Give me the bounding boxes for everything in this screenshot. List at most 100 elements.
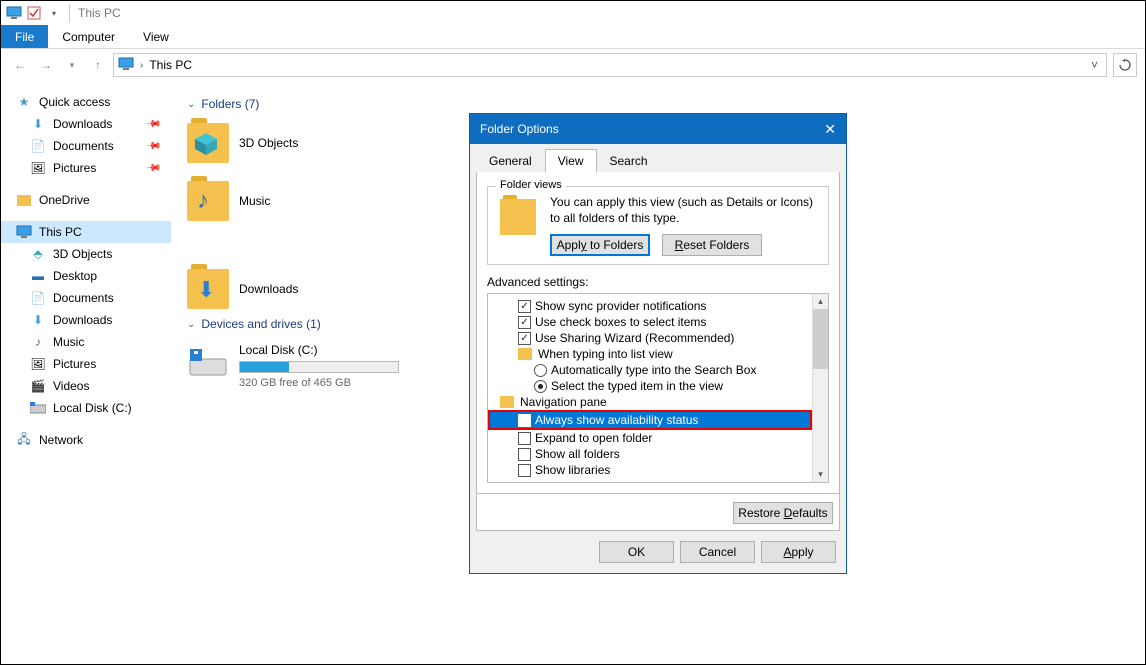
checkbox-icon[interactable] (518, 316, 531, 329)
pin-icon: 📌 (144, 138, 161, 155)
opt-auto-search[interactable]: Automatically type into the Search Box (490, 362, 810, 378)
advanced-settings-label: Advanced settings: (487, 275, 829, 289)
checkbox-icon[interactable] (518, 332, 531, 345)
nav-downloads-2[interactable]: ⬇Downloads (1, 309, 171, 331)
props-icon[interactable] (25, 5, 43, 21)
nav-network[interactable]: 🖧Network (1, 429, 171, 451)
nav-pane: ★Quick access ⬇Downloads📌 📄Documents📌 🖼P… (1, 81, 171, 664)
nav-3d-objects[interactable]: ⬘3D Objects (1, 243, 171, 265)
disk-free-text: 320 GB free of 465 GB (239, 377, 399, 389)
folder-icon (187, 123, 229, 163)
address-bar[interactable]: › This PC ˅ (113, 53, 1107, 77)
disk-icon (187, 343, 229, 383)
titlebar: ▾ This PC (1, 1, 1145, 25)
tab-general[interactable]: General (476, 149, 545, 173)
opt-select-typed[interactable]: Select the typed item in the view (490, 378, 810, 394)
opt-sync-notifications[interactable]: Show sync provider notifications (490, 298, 810, 314)
back-button[interactable]: ← (9, 54, 31, 76)
checkbox-icon[interactable] (518, 300, 531, 313)
ribbon-tabs: File Computer View (1, 25, 1145, 49)
nav-videos[interactable]: 🎬Videos (1, 375, 171, 397)
folder-music[interactable]: ♪Music (187, 181, 387, 221)
recent-drop[interactable]: ▾ (61, 54, 83, 76)
advanced-settings-list[interactable]: Show sync provider notifications Use che… (487, 293, 829, 483)
cube-icon: ⬘ (29, 246, 47, 262)
ok-button[interactable]: OK (599, 541, 674, 563)
tab-view[interactable]: View (545, 149, 597, 173)
dialog-title: Folder Options (480, 122, 559, 136)
cancel-button[interactable]: Cancel (680, 541, 755, 563)
download-icon: ⬇ (29, 312, 47, 328)
separator (69, 4, 70, 22)
refresh-button[interactable] (1113, 53, 1137, 77)
desktop-icon: ▬ (29, 268, 47, 284)
checkbox-icon[interactable] (518, 414, 531, 427)
folder-icon: ⬇ (187, 269, 229, 309)
chevron-right-icon[interactable]: › (140, 60, 143, 71)
nav-row: ← → ▾ ↑ › This PC ˅ (1, 49, 1145, 81)
opt-show-libraries[interactable]: Show libraries (490, 462, 810, 478)
doc-icon: 📄 (29, 138, 47, 154)
opt-expand-folder[interactable]: Expand to open folder (490, 430, 810, 446)
nav-onedrive[interactable]: OneDrive (1, 189, 171, 211)
tab-search[interactable]: Search (597, 149, 661, 173)
opt-checkboxes[interactable]: Use check boxes to select items (490, 314, 810, 330)
address-drop-icon[interactable]: ˅ (1087, 58, 1102, 72)
apply-button[interactable]: Apply (761, 541, 836, 563)
checkbox-icon[interactable] (518, 432, 531, 445)
nav-downloads[interactable]: ⬇Downloads📌 (1, 113, 171, 135)
checkbox-icon[interactable] (518, 464, 531, 477)
close-button[interactable]: ✕ (824, 121, 836, 138)
nav-this-pc[interactable]: This PC (1, 221, 171, 243)
folders-group-header[interactable]: ⌄Folders (7) (187, 97, 1129, 111)
opt-typing-group[interactable]: When typing into list view (490, 346, 810, 362)
nav-documents[interactable]: 📄Documents📌 (1, 135, 171, 157)
folder-downloads[interactable]: ⬇Downloads (187, 269, 387, 309)
chevron-down-icon: ⌄ (187, 319, 195, 330)
window-title: This PC (78, 6, 121, 20)
nav-pictures-2[interactable]: 🖼Pictures (1, 353, 171, 375)
scroll-down-icon[interactable]: ▾ (818, 467, 823, 482)
tab-computer[interactable]: Computer (48, 25, 129, 48)
qat-drop-icon[interactable]: ▾ (45, 5, 63, 21)
disk-usage-bar (239, 361, 399, 373)
group-legend: Folder views (496, 179, 566, 191)
nav-local-disk[interactable]: Local Disk (C:) (1, 397, 171, 419)
opt-navpane-group[interactable]: Navigation pane (490, 394, 810, 410)
folder-3d-objects[interactable]: 3D Objects (187, 123, 387, 163)
tab-view[interactable]: View (129, 25, 183, 48)
pic-icon: 🖼 (29, 356, 47, 372)
up-button[interactable]: ↑ (87, 54, 109, 76)
restore-defaults-button[interactable]: Restore Defaults (733, 502, 833, 524)
dialog-titlebar[interactable]: Folder Options ✕ (470, 114, 846, 144)
opt-sharing-wizard[interactable]: Use Sharing Wizard (Recommended) (490, 330, 810, 346)
dialog-tabs: General View Search (470, 144, 846, 172)
nav-quick-access[interactable]: ★Quick access (1, 91, 171, 113)
scroll-thumb[interactable] (813, 309, 828, 369)
folder-icon: ♪ (187, 181, 229, 221)
star-icon: ★ (15, 94, 33, 110)
radio-icon[interactable] (534, 380, 547, 393)
nav-desktop[interactable]: ▬Desktop (1, 265, 171, 287)
apply-to-folders-button[interactable]: Apply to Folders (550, 234, 650, 256)
pc-icon (5, 5, 23, 21)
opt-show-all-folders[interactable]: Show all folders (490, 446, 810, 462)
nav-documents-2[interactable]: 📄Documents (1, 287, 171, 309)
opt-availability-status[interactable]: Always show availability status (490, 412, 810, 428)
pin-icon: 📌 (144, 160, 161, 177)
folder-options-dialog: Folder Options ✕ General View Search Fol… (469, 113, 847, 574)
dialog-footer: OK Cancel Apply (470, 531, 846, 573)
music-icon: ♪ (29, 334, 47, 350)
scroll-up-icon[interactable]: ▴ (818, 294, 823, 309)
forward-button[interactable]: → (35, 54, 57, 76)
address-text[interactable]: This PC (149, 58, 1087, 72)
tab-file[interactable]: File (1, 25, 48, 48)
video-icon: 🎬 (29, 378, 47, 394)
radio-icon[interactable] (534, 364, 547, 377)
pc-icon (15, 224, 33, 240)
nav-music[interactable]: ♪Music (1, 331, 171, 353)
nav-pictures[interactable]: 🖼Pictures📌 (1, 157, 171, 179)
reset-folders-button[interactable]: Reset Folders (662, 234, 762, 256)
scrollbar[interactable]: ▴ ▾ (812, 294, 828, 482)
checkbox-icon[interactable] (518, 448, 531, 461)
